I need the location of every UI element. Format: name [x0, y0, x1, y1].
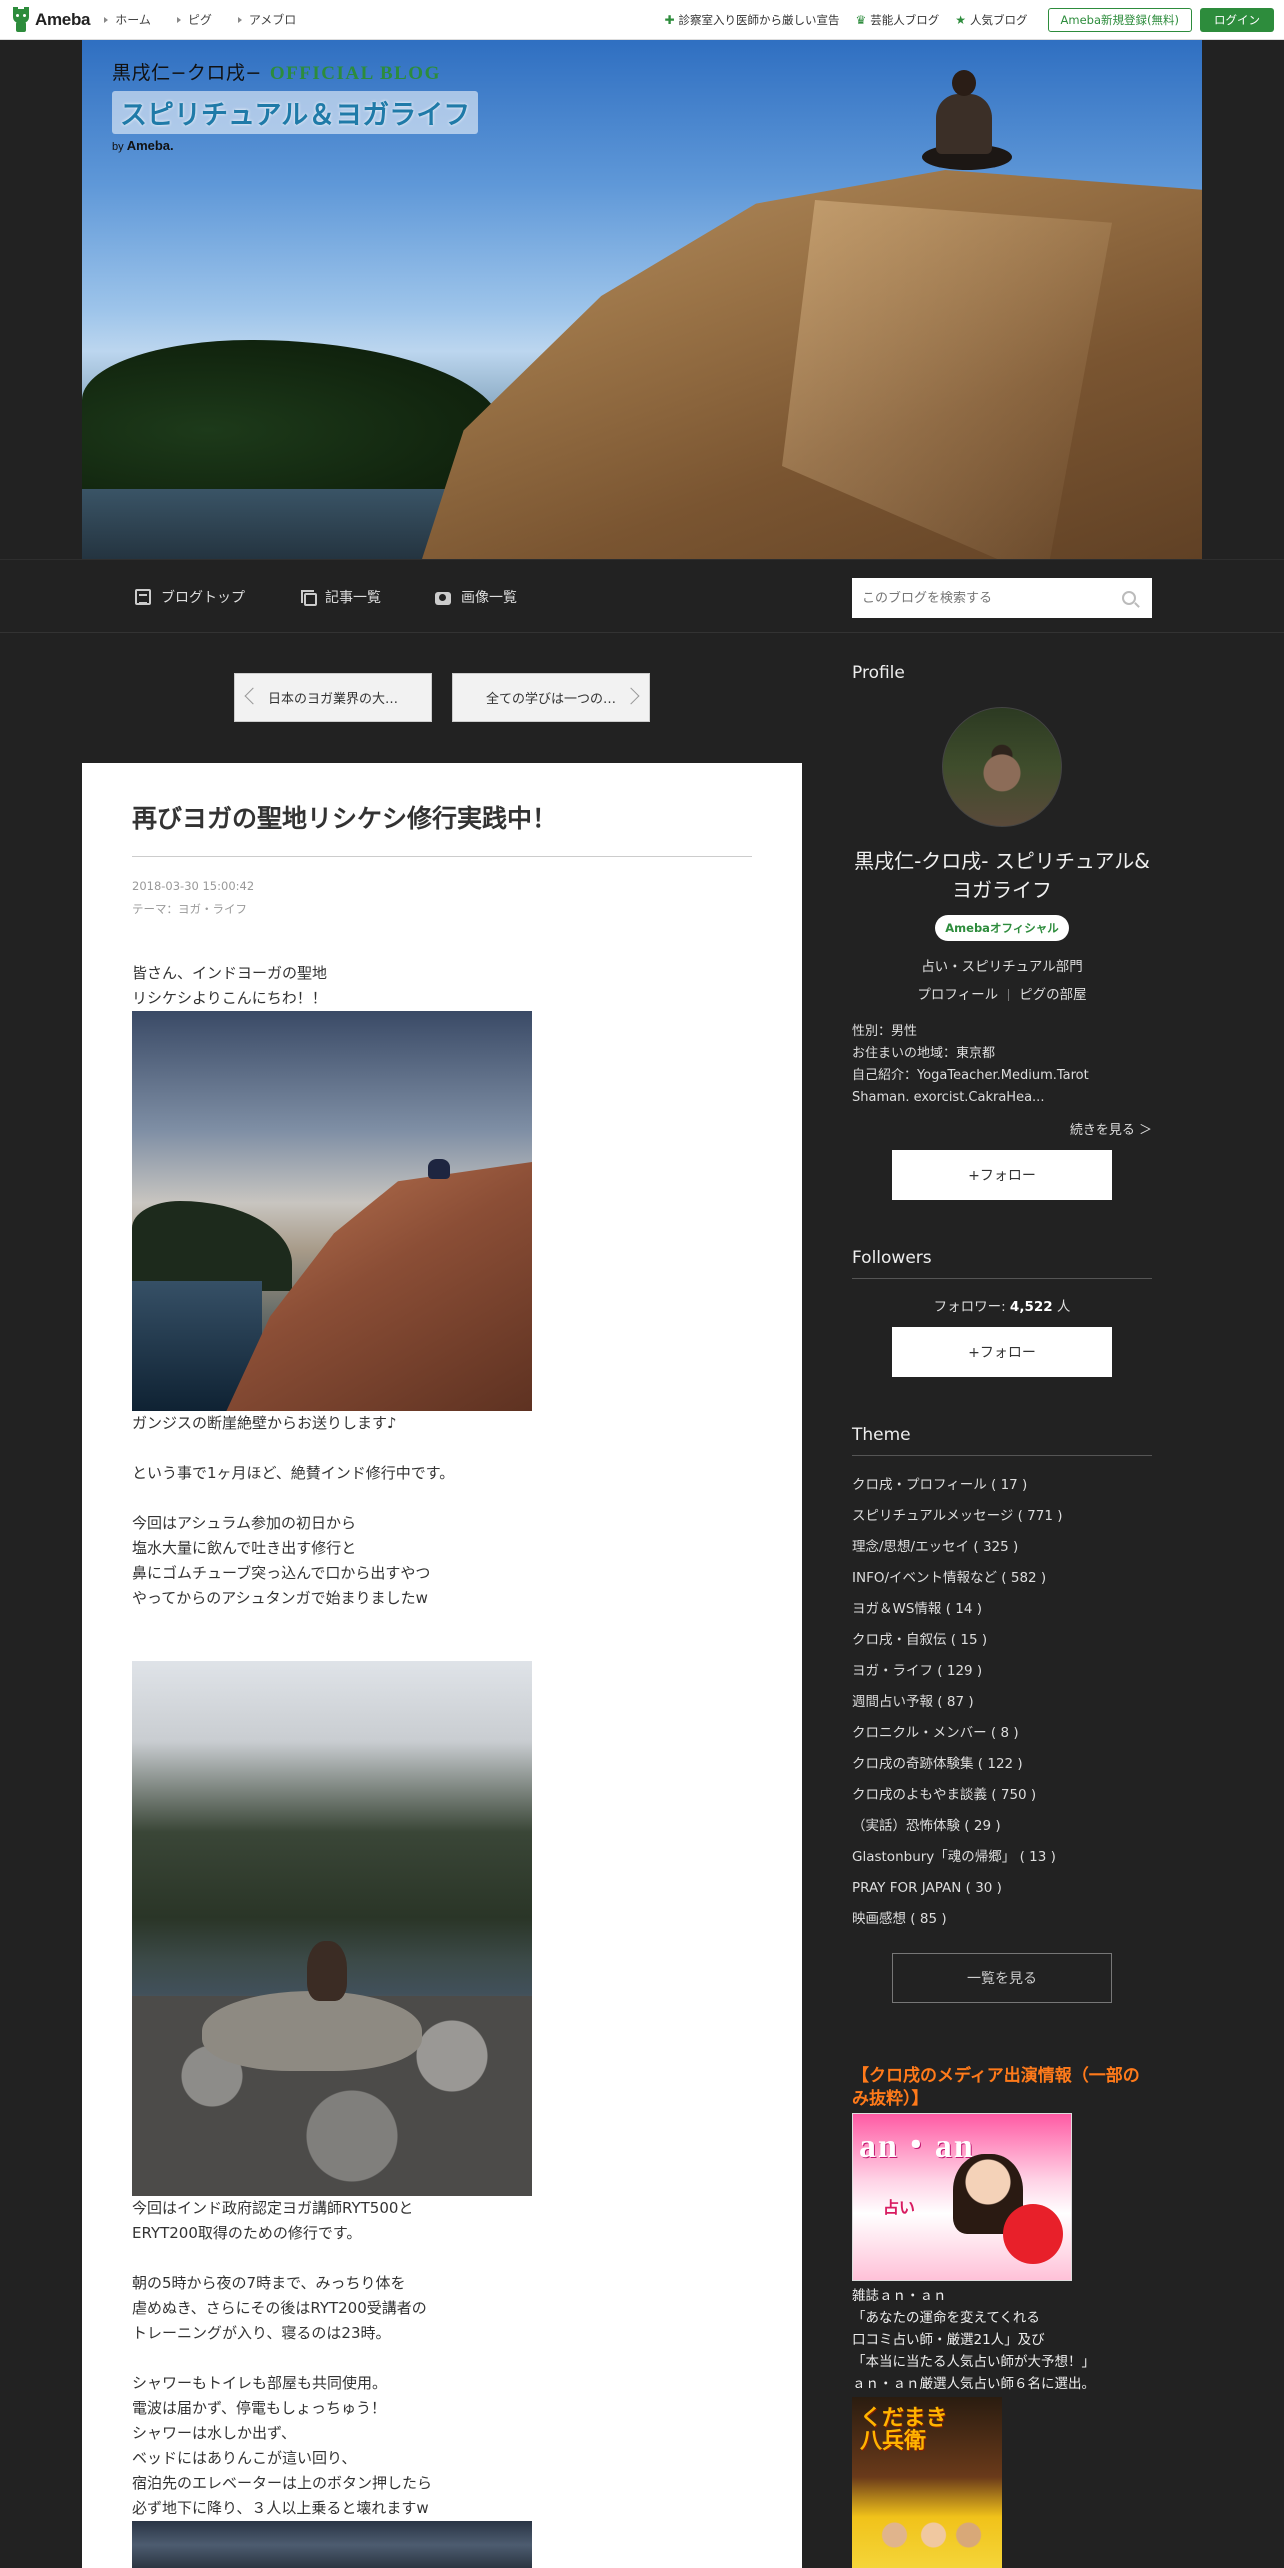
theme-item[interactable]: 週間占い予報 ( 87 ): [852, 1687, 1152, 1718]
article-paragraph: という事で1ヶ月ほど、絶賛インド修行中です。: [132, 1463, 455, 1482]
profile-more-link[interactable]: 続きを見る ＞: [852, 1119, 1152, 1138]
login-button[interactable]: ログイン: [1200, 8, 1274, 32]
theme-item[interactable]: PRAY FOR JAPAN ( 30 ): [852, 1873, 1152, 1904]
promo-celebrity-blog-link[interactable]: ♛ 芸能人ブログ: [856, 12, 940, 28]
list-icon: [301, 589, 317, 606]
logo-text: Ameba: [35, 9, 91, 29]
blog-nav-top[interactable]: ブログトップ: [135, 560, 245, 634]
theme-list: クロ戌・プロフィール ( 17 ) スピリチュアルメッセージ ( 771 ) 理…: [852, 1470, 1152, 1935]
article-theme-link[interactable]: ヨガ・ライフ: [178, 902, 247, 916]
profile-category[interactable]: 占い・スピリチュアル部門: [852, 955, 1152, 975]
blog-nav-images[interactable]: 画像一覧: [435, 560, 517, 634]
article-body: 皆さん、インドヨーガの聖地 リシケシよりこんにちわ！！ ガンジスの断崖絶壁からお…: [132, 961, 752, 2568]
theme-item[interactable]: 映画感想 ( 85 ): [852, 1904, 1152, 1935]
theme-item[interactable]: 理念/思想/エッセイ ( 325 ): [852, 1532, 1152, 1563]
promo-popular-blog-link[interactable]: ★ 人気ブログ: [955, 12, 1027, 28]
star-icon: ★: [955, 13, 967, 27]
media-caption: 雑誌ａｎ・ａｎ 「あなたの運命を変えてくれる 口コミ占い師・厳選21人」及び 「…: [852, 2287, 1095, 2392]
global-nav-home[interactable]: ホーム: [104, 11, 151, 28]
anan-magazine-cover[interactable]: an・an 占い: [852, 2112, 1072, 2281]
chevron-right-icon: [237, 16, 242, 23]
register-button[interactable]: Ameba新規登録(無料): [1047, 8, 1192, 32]
media-heading: 【クロ戌のメディア出演情報（一部のみ抜粋）】: [852, 2066, 1140, 2109]
global-header-right: ✚ 診察室入り医師から厳しい宣告 ♛ 芸能人ブログ ★ 人気ブログ Ameba新規登録…: [648, 0, 1274, 40]
article-date: 2018-03-30 15:00:42: [132, 878, 255, 893]
official-badge: Amebaオフィシャル: [935, 915, 1069, 941]
camera-icon: [435, 592, 451, 605]
theme-item[interactable]: クロニクル・メンバー ( 8 ): [852, 1718, 1152, 1749]
global-nav-pigg[interactable]: ピグ: [176, 11, 212, 28]
theme-heading: Theme: [852, 1425, 1152, 1456]
theme-all-button[interactable]: 一覧を見る: [892, 1953, 1112, 2003]
theme-item[interactable]: スピリチュアルメッセージ ( 771 ): [852, 1501, 1152, 1532]
article-paragraph: 今回はアシュラム参加の初日から 塩水大量に飲んで吐き出す修行と 鼻にゴムチューブ…: [132, 1513, 431, 1607]
by-ameba-label: by Ameba.: [112, 138, 174, 153]
theme-item[interactable]: クロ戌のよもやま談義 ( 750 ): [852, 1780, 1152, 1811]
global-nav: ホーム ピグ アメブロ: [104, 11, 322, 28]
kudamaki-media-cover[interactable]: くだまき 八兵衛: [852, 2396, 1002, 2568]
article-image-river[interactable]: [132, 1660, 532, 2196]
sidebar: Profile 黒戌仁-クロ戌- スピリチュアル&ヨガライフ Amebaオフィシ…: [852, 663, 1152, 2568]
divider: [1008, 989, 1010, 1001]
theme-item[interactable]: クロ戌・自叙伝 ( 15 ): [852, 1625, 1152, 1656]
blog-search-box: [852, 578, 1152, 618]
blog-search-input[interactable]: [862, 590, 1122, 606]
blog-nav-entries[interactable]: 記事一覧: [301, 560, 381, 634]
article-paragraph: 皆さん、インドヨーガの聖地 リシケシよりこんにちわ！！: [132, 963, 328, 1007]
promo-news-link[interactable]: ✚ 診察室入り医師から厳しい宣告: [664, 12, 839, 28]
theme-item[interactable]: ヨガ・ライフ ( 129 ): [852, 1656, 1152, 1687]
meditating-person-figure: [922, 70, 1012, 190]
document-icon: [135, 589, 151, 605]
global-nav-ameblo[interactable]: アメブロ: [237, 11, 296, 28]
article-image-3[interactable]: [132, 2520, 532, 2568]
search-icon[interactable]: [1122, 591, 1136, 605]
theme-item[interactable]: INFO/イベント情報など ( 582 ): [852, 1563, 1152, 1594]
profile-name[interactable]: 黒戌仁-クロ戌- スピリチュアル&ヨガライフ: [852, 847, 1152, 905]
plus-icon: ✚: [664, 13, 675, 27]
global-header: Ameba ホーム ピグ アメブロ ✚ 診察室入り医師から厳しい宣告 ♛ 芸能人ブロ…: [0, 0, 1284, 40]
chevron-right-icon: [622, 687, 640, 705]
profile-meta: 性別：男性 お住まいの地域：東京都 自己紹介：YogaTeacher.Mediu…: [852, 1024, 1089, 1105]
chevron-right-icon: [104, 16, 109, 23]
theme-item[interactable]: クロ戌の奇跡体験集 ( 122 ): [852, 1749, 1152, 1780]
article: 再びヨガの聖地リシケシ修行実践中！ 2018-03-30 15:00:42 テー…: [82, 763, 802, 2568]
chevron-right-icon: [176, 16, 181, 23]
article-paragraph: 今回はインド政府認定ヨガ講師RYT500と ERYT200取得のための修行です。: [132, 2198, 414, 2242]
article-theme: テーマ：ヨガ・ライフ: [132, 901, 247, 916]
article-paragraph: 朝の5時から夜の7時まで、みっちり体を 虐めぬき、さらにその後はRYT200受講…: [132, 2273, 427, 2342]
followers-count: フォロワー: 4,522 人: [933, 1299, 1071, 1315]
ameba-logo[interactable]: Ameba: [12, 0, 90, 40]
theme-item[interactable]: （実話）恐怖体験 ( 29 ): [852, 1811, 1152, 1842]
article-paragraph: ガンジスの断崖絶壁からお送りします♪: [132, 1413, 397, 1432]
follow-button[interactable]: +フォロー: [892, 1150, 1112, 1200]
article-paragraph: シャワーもトイレも部屋も共同使用。 電波は届かず、停電もしょっちゅう！ シャワー…: [132, 2373, 433, 2517]
profile-links: プロフィール ピグの部屋: [852, 983, 1152, 1003]
profile-heading: Profile: [852, 663, 905, 683]
pigg-room-link[interactable]: ピグの部屋: [1019, 987, 1087, 1003]
prev-entry-button[interactable]: 日本のヨガ業界の大…: [234, 673, 432, 722]
blog-title-main: スピリチュアル＆ヨガライフ: [112, 91, 479, 134]
blog-nav: ブログトップ 記事一覧 画像一覧: [0, 559, 1284, 633]
article-title[interactable]: 再びヨガの聖地リシケシ修行実践中！: [132, 763, 752, 857]
blog-header-image[interactable]: 黒戌仁−クロ戌− OFFICIAL BLOG スピリチュアル＆ヨガライフ by A…: [82, 40, 1202, 559]
article-image-cliff[interactable]: [132, 1010, 532, 1411]
next-entry-button[interactable]: 全ての学びは一つの…: [452, 673, 650, 722]
theme-item[interactable]: クロ戌・プロフィール ( 17 ): [852, 1470, 1152, 1501]
crown-icon: ♛: [855, 13, 867, 27]
ameba-mascot-icon: [12, 6, 30, 33]
profile-link[interactable]: プロフィール: [917, 987, 998, 1003]
theme-item[interactable]: Glastonbury「魂の帰郷」 ( 13 ): [852, 1842, 1152, 1873]
theme-item[interactable]: ヨガ＆WS情報 ( 14 ): [852, 1594, 1152, 1625]
avatar[interactable]: [942, 707, 1062, 827]
chevron-left-icon: [244, 687, 262, 705]
follow-button[interactable]: +フォロー: [892, 1327, 1112, 1377]
blog-title: 黒戌仁−クロ戌− OFFICIAL BLOG スピリチュアル＆ヨガライフ by A…: [112, 58, 479, 153]
followers-heading: Followers: [852, 1248, 1152, 1279]
